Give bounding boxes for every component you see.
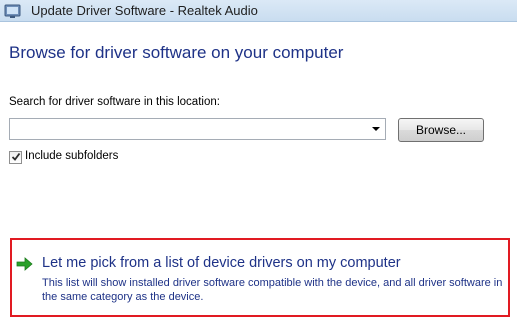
green-arrow-icon[interactable] <box>16 257 33 271</box>
title-bar: Update Driver Software - Realtek Audio <box>0 0 517 22</box>
search-location-label: Search for driver software in this locat… <box>9 96 220 108</box>
chevron-down-icon[interactable] <box>369 120 383 138</box>
device-window-icon <box>4 4 21 18</box>
window-title: Update Driver Software - Realtek Audio <box>31 3 258 18</box>
checkmark-icon <box>11 152 21 161</box>
page-title: Browse for driver software on your compu… <box>9 43 344 62</box>
pick-driver-description: This list will show installed driver sof… <box>42 277 503 303</box>
include-subfolders-checkbox[interactable] <box>9 151 22 164</box>
include-subfolders-label[interactable]: Include subfolders <box>25 150 118 162</box>
pick-driver-link[interactable]: Let me pick from a list of device driver… <box>42 255 401 271</box>
browse-button[interactable]: Browse... <box>398 118 484 142</box>
search-location-combobox[interactable] <box>9 118 386 140</box>
